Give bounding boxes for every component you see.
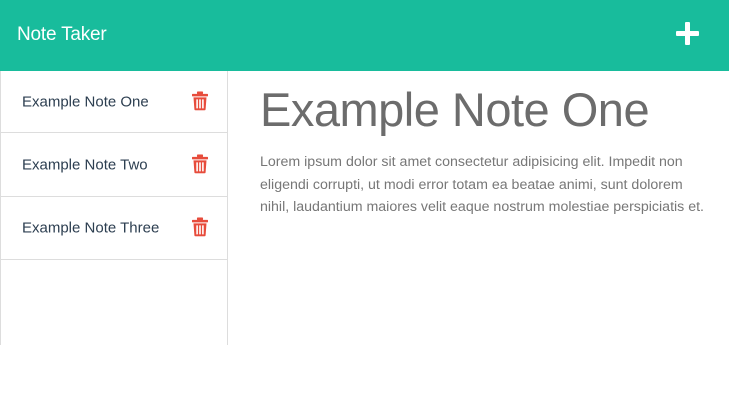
note-list-item-title[interactable]: Example Note One	[22, 93, 149, 110]
note-list-item-title[interactable]: Example Note Two	[22, 156, 148, 173]
note-list-item[interactable]: Example Note Three	[1, 197, 227, 260]
navbar: Note Taker	[0, 0, 729, 71]
note-list-item[interactable]: Example Note Two	[1, 133, 227, 197]
app-brand[interactable]: Note Taker	[17, 22, 107, 48]
note-title[interactable]: Example Note One	[260, 82, 710, 138]
plus-icon[interactable]	[676, 22, 699, 45]
trash-icon[interactable]	[192, 217, 208, 237]
note-text[interactable]: Lorem ipsum dolor sit amet consectetur a…	[260, 151, 706, 219]
trash-icon[interactable]	[192, 153, 208, 173]
note-list-item[interactable]: Example Note One	[1, 71, 227, 133]
note-editor: Example Note One Lorem ipsum dolor sit a…	[260, 82, 710, 219]
note-list: Example Note One Example Note Two Exampl…	[0, 71, 228, 345]
note-list-item-title[interactable]: Example Note Three	[22, 220, 159, 237]
trash-icon[interactable]	[192, 90, 208, 110]
